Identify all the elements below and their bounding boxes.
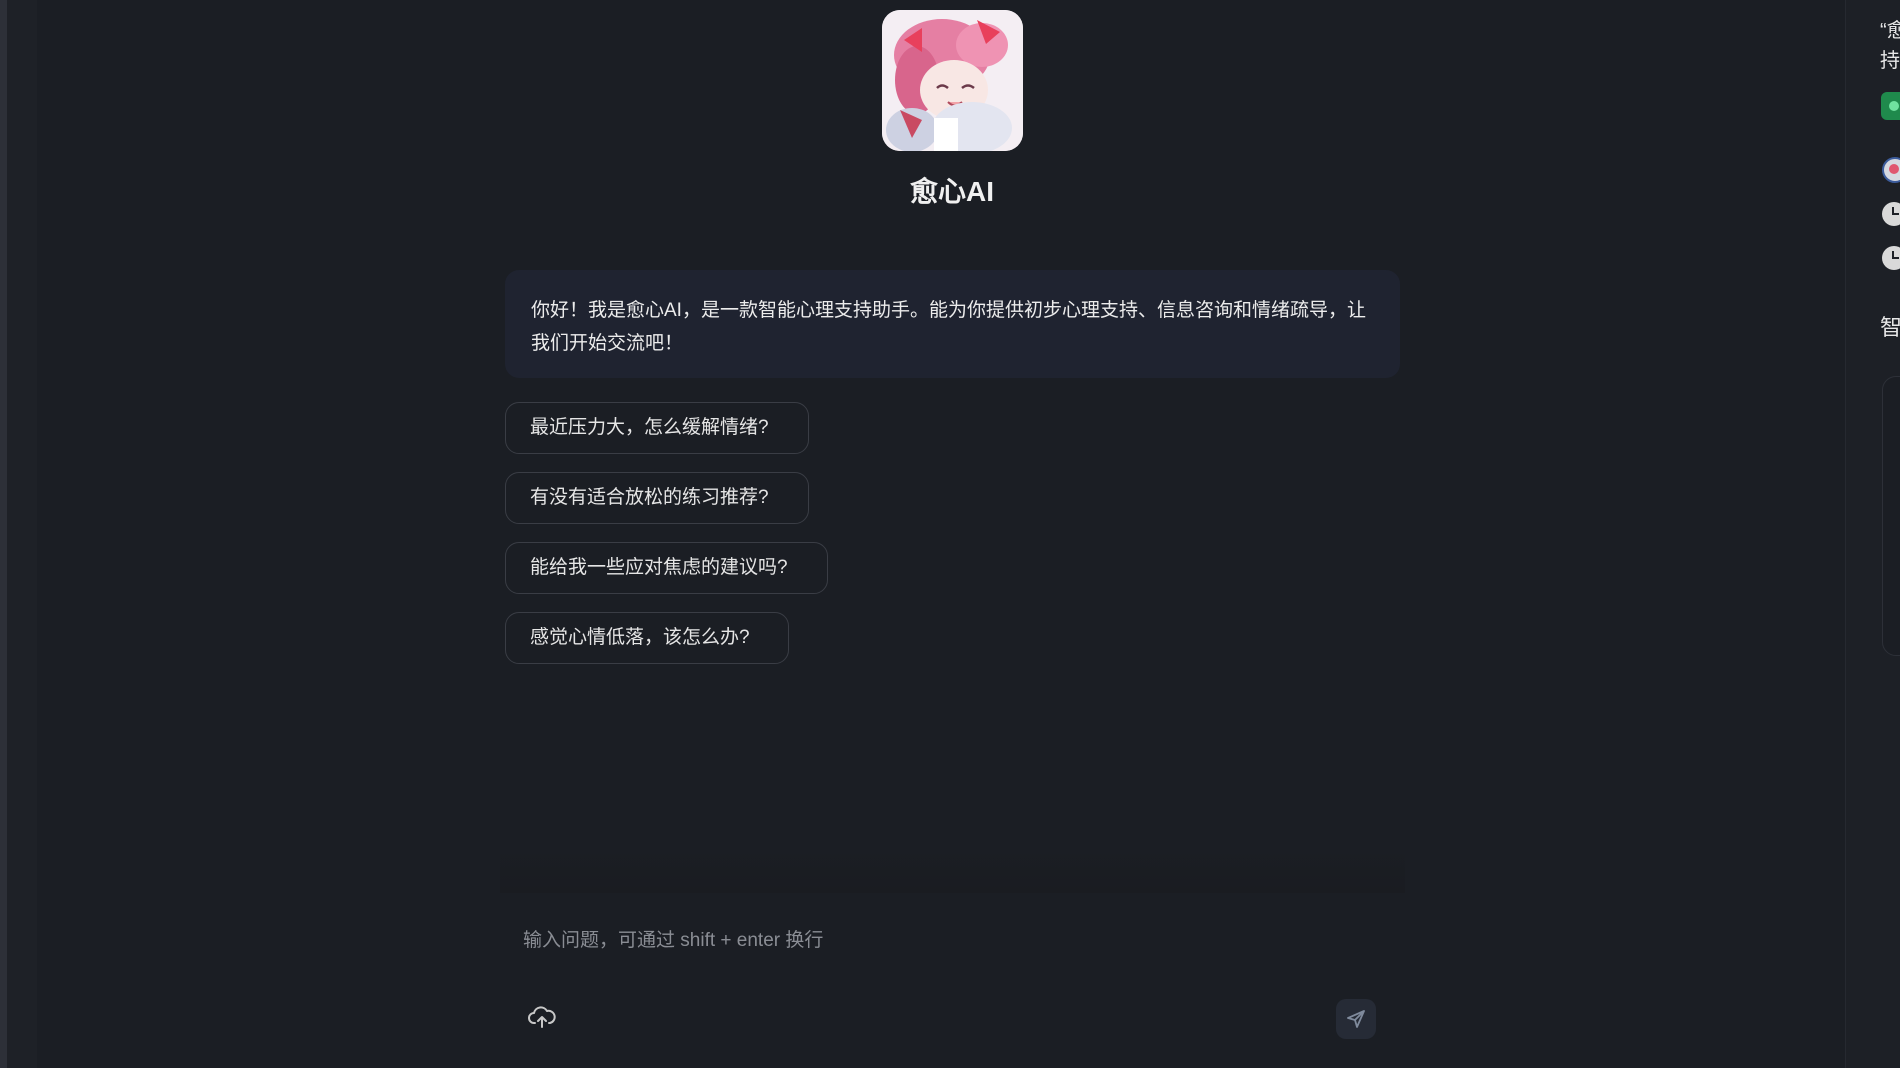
right-panel-text: “愈 (1880, 20, 1900, 42)
chat-input-box (500, 893, 1405, 1068)
right-panel-section-label: 智 (1880, 315, 1900, 340)
bot-name: 愈心AI (909, 176, 994, 207)
left-edge-strip (0, 0, 7, 1068)
chat-input[interactable] (523, 923, 1383, 959)
right-side-panel: “愈 持 智 (1845, 0, 1900, 1068)
anime-girl-avatar-icon (882, 10, 1023, 151)
suggestion-chip[interactable]: 能给我一些应对焦虑的建议吗? (505, 542, 828, 594)
send-button[interactable] (1336, 999, 1376, 1039)
clock-icon[interactable] (1882, 246, 1900, 270)
app-window: 愈心AI 你好！我是愈心AI，是一款智能心理支持助手。能为你提供初步心理支持、信… (0, 0, 1900, 1068)
suggestion-chip[interactable]: 最近压力大，怎么缓解情绪? (505, 402, 809, 454)
suggestion-chip[interactable]: 有没有适合放松的练习推荐? (505, 472, 809, 524)
bot-avatar (882, 10, 1023, 151)
avatar[interactable] (1882, 157, 1900, 183)
right-panel-card (1882, 376, 1900, 656)
send-icon (1347, 1010, 1365, 1028)
left-sidebar-collapsed (7, 0, 37, 1068)
cloud-upload-icon[interactable] (527, 1003, 557, 1033)
input-fade (500, 845, 1405, 893)
suggestion-chip[interactable]: 感觉心情低落，该怎么办? (505, 612, 789, 664)
welcome-message: 你好！我是愈心AI，是一款智能心理支持助手。能为你提供初步心理支持、信息咨询和情… (505, 270, 1400, 378)
clock-icon[interactable] (1882, 202, 1900, 226)
status-toggle[interactable] (1881, 92, 1900, 120)
right-panel-text: 持 (1880, 50, 1900, 72)
